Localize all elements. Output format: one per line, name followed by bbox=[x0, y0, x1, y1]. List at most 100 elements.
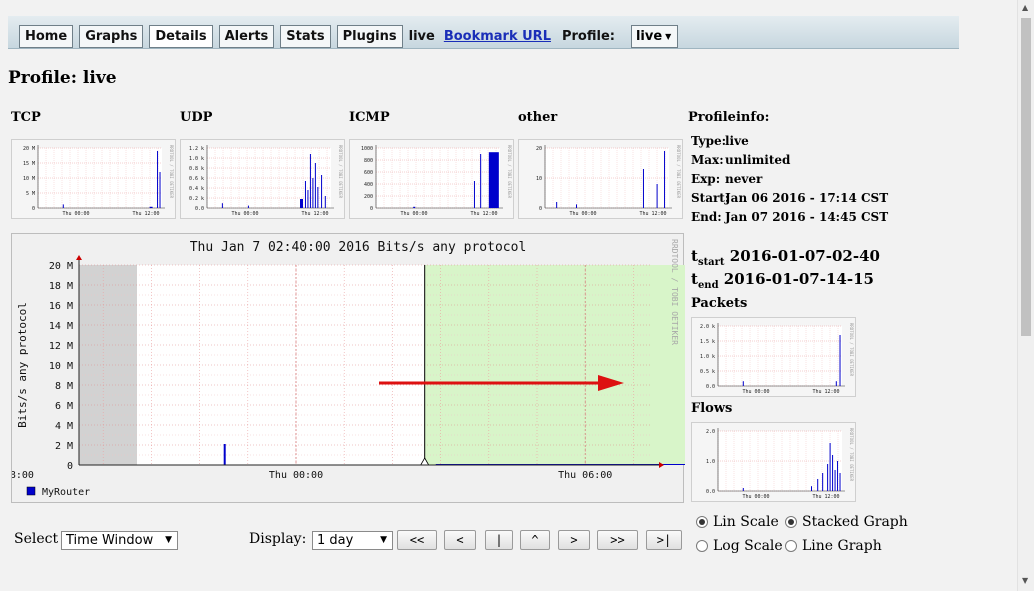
info-row-exp: Exp: never bbox=[691, 171, 888, 190]
radio-lin-scale[interactable]: Lin Scale bbox=[696, 514, 779, 530]
display-range-dropdown[interactable]: 1 day ▼ bbox=[312, 531, 393, 550]
thumbnail-udp-ytick: 0.2 k bbox=[189, 196, 204, 202]
page-scrollbar[interactable]: ▲ ▼ bbox=[1017, 0, 1034, 591]
info-row-type: Type:live bbox=[691, 133, 888, 152]
thumbnail-packets-bar bbox=[835, 381, 837, 386]
radio-stacked-graph[interactable]: Stacked Graph bbox=[785, 514, 908, 530]
data-bar bbox=[223, 444, 226, 465]
thumbnail-udp-bar bbox=[307, 190, 309, 208]
thumbnail-udp[interactable]: 1.2 k 1.0 k 0.8 k 0.6 k 0.4 k 0.2 k 0.0 Thu 00:… bbox=[180, 139, 345, 219]
thumbnail-flows-bar bbox=[832, 455, 834, 491]
tend-value: 2016-01-07-14-15 bbox=[723, 270, 874, 288]
main-ytick: 14 M bbox=[49, 321, 73, 332]
radio-lin-scale-label: Lin Scale bbox=[713, 514, 779, 530]
legend-label: MyRouter bbox=[42, 487, 90, 498]
scroll-up-icon[interactable]: ▲ bbox=[1022, 3, 1028, 12]
main-graph-title: Thu Jan 7 02:40:00 2016 Bits/s any proto… bbox=[190, 240, 527, 255]
bookmark-url-link[interactable]: Bookmark URL bbox=[444, 29, 551, 44]
thumbnail-udp-xtick: Thu 00:00 bbox=[231, 211, 258, 217]
thumbnail-flows-bar bbox=[742, 488, 744, 491]
thumbnail-flows-chart: 2.0 1.0 0.0 Thu 00:00 Thu 12:00 RRDTOOL / TOB… bbox=[706, 428, 854, 500]
tab-alerts[interactable]: Alerts bbox=[218, 25, 275, 48]
thumb-label-other: other bbox=[518, 110, 558, 125]
tab-stats[interactable]: Stats bbox=[280, 25, 331, 48]
info-row-end: End: Jan 07 2016 - 14:45 CST bbox=[691, 209, 888, 228]
thumbnail-other[interactable]: 20 10 0 Thu 00:00 Thu 12:00 RRDTOOL / TOBI OE… bbox=[518, 139, 683, 219]
thumbnail-icmp-rrdtool-credit: RRDTOOL / TOBI OETIKER bbox=[507, 145, 512, 199]
profileinfo-table: Type:live Max:unlimited Exp: never Start:… bbox=[691, 133, 888, 228]
main-ytick: 4 M bbox=[55, 421, 73, 432]
tab-graphs[interactable]: Graphs bbox=[79, 25, 144, 48]
tab-details[interactable]: Details bbox=[149, 25, 213, 48]
jump-end-button[interactable]: >| bbox=[646, 530, 682, 550]
radio-log-scale[interactable]: Log Scale bbox=[696, 538, 783, 554]
info-value: Jan 06 2016 - 17:14 CST bbox=[725, 191, 889, 205]
step-back-button[interactable]: < bbox=[444, 530, 476, 550]
select-mode-value: Time Window bbox=[66, 533, 154, 548]
jump-forward-button[interactable]: >> bbox=[597, 530, 638, 550]
scroll-down-icon[interactable]: ▼ bbox=[1022, 576, 1028, 585]
profileinfo-heading: Profileinfo: bbox=[688, 110, 770, 125]
main-xtick: Thu 00:00 bbox=[269, 470, 323, 481]
radio-lin-scale-indicator[interactable] bbox=[696, 516, 708, 528]
radio-log-scale-indicator[interactable] bbox=[696, 540, 708, 552]
scrollbar-thumb[interactable] bbox=[1021, 18, 1031, 336]
zoom-up-button[interactable]: ^ bbox=[520, 530, 550, 550]
main-graph[interactable]: Thu Jan 7 02:40:00 2016 Bits/s any proto… bbox=[11, 233, 685, 503]
thumbnail-icmp-bar bbox=[413, 206, 416, 208]
info-value: unlimited bbox=[725, 153, 791, 167]
thumbnail-tcp-ytick: 15 M bbox=[23, 161, 35, 167]
thumbnail-packets[interactable]: 2.0 k 1.5 k 1.0 k 0.5 k 0.0 Thu 00:00 Thu 12:0… bbox=[691, 317, 856, 397]
thumbnail-tcp[interactable]: 20 M 15 M 10 M 5 M 0 Thu 00:00 Thu 12:00 RRDTOO… bbox=[11, 139, 176, 219]
thumbnail-tcp-ytick: 10 M bbox=[23, 176, 35, 182]
radio-line-graph-indicator[interactable] bbox=[785, 540, 797, 552]
thumbnail-packets-ytick: 0.5 k bbox=[700, 369, 715, 375]
tstart-symbol: t bbox=[691, 247, 698, 265]
thumbnail-other-rrdtool-credit: RRDTOOL / TOBI OETIKER bbox=[676, 145, 681, 199]
thumbnail-udp-chart: 1.2 k 1.0 k 0.8 k 0.6 k 0.4 k 0.2 k 0.0 Thu 00:… bbox=[189, 145, 343, 217]
radio-stacked-graph-label: Stacked Graph bbox=[802, 514, 908, 530]
thumbnail-tcp-rrdtool-credit: RRDTOOL / TOBI OETIKER bbox=[169, 145, 174, 199]
thumbnail-flows-xtick: Thu 12:00 bbox=[812, 494, 839, 500]
thumbnail-tcp-bar bbox=[62, 204, 64, 208]
thumbnail-tcp-chart: 20 M 15 M 10 M 5 M 0 Thu 00:00 Thu 12:00 RRDTOO… bbox=[23, 145, 174, 217]
thumbnail-other-bar bbox=[664, 151, 666, 208]
packets-label: Packets bbox=[691, 296, 748, 311]
jump-back-button[interactable]: << bbox=[397, 530, 437, 550]
thumbnail-flows-bar bbox=[834, 470, 836, 491]
select-label: Select bbox=[14, 531, 59, 547]
thumbnail-packets-bar bbox=[839, 335, 841, 386]
thumbnail-icmp-bar bbox=[480, 154, 482, 208]
profile-dropdown[interactable]: live ▼ bbox=[630, 25, 679, 48]
select-mode-dropdown[interactable]: Time Window ▼ bbox=[61, 531, 178, 550]
tstart-row: tstart 2016-01-07-02-40 bbox=[691, 247, 880, 268]
thumbnail-udp-bar bbox=[309, 154, 311, 208]
main-ylabel: Bits/s any protocol bbox=[16, 302, 29, 428]
main-ytick: 8 M bbox=[55, 381, 73, 392]
thumbnail-udp-bar bbox=[314, 163, 316, 208]
thumbnail-packets-xtick: Thu 12:00 bbox=[812, 389, 839, 395]
thumbnail-udp-ytick: 1.0 k bbox=[189, 156, 204, 162]
thumbnail-icmp[interactable]: 1000 800 600 400 200 0 Thu 00:00 Thu 12:00 RRDTO… bbox=[349, 139, 514, 219]
tend-subscript: end bbox=[697, 280, 719, 291]
thumbnail-udp-bar bbox=[300, 199, 303, 208]
thumb-label-tcp: TCP bbox=[11, 110, 41, 125]
thumbnail-udp-bar bbox=[221, 203, 223, 208]
no-data-region bbox=[79, 265, 137, 465]
main-xtick: Wed 18:00 bbox=[12, 470, 34, 481]
thumbnail-other-ytick: 10 bbox=[536, 176, 542, 182]
step-forward-button[interactable]: > bbox=[558, 530, 590, 550]
tab-home[interactable]: Home bbox=[19, 25, 74, 48]
thumbnail-flows-bar bbox=[817, 479, 819, 491]
chevron-down-icon: ▼ bbox=[380, 535, 387, 545]
tab-plugins[interactable]: Plugins bbox=[336, 25, 403, 48]
thumbnail-flows[interactable]: 2.0 1.0 0.0 Thu 00:00 Thu 12:00 RRDTOOL / TOB… bbox=[691, 422, 856, 502]
radio-line-graph[interactable]: Line Graph bbox=[785, 538, 882, 554]
thumbnail-udp-bar bbox=[312, 178, 314, 208]
thumbnail-tcp-bar bbox=[159, 172, 161, 208]
info-key: Max: bbox=[691, 153, 724, 167]
thumbnail-other-ytick: 20 bbox=[536, 146, 542, 152]
radio-stacked-graph-indicator[interactable] bbox=[785, 516, 797, 528]
radio-line-graph-label: Line Graph bbox=[802, 538, 882, 554]
center-cursor-button[interactable]: | bbox=[485, 530, 513, 550]
